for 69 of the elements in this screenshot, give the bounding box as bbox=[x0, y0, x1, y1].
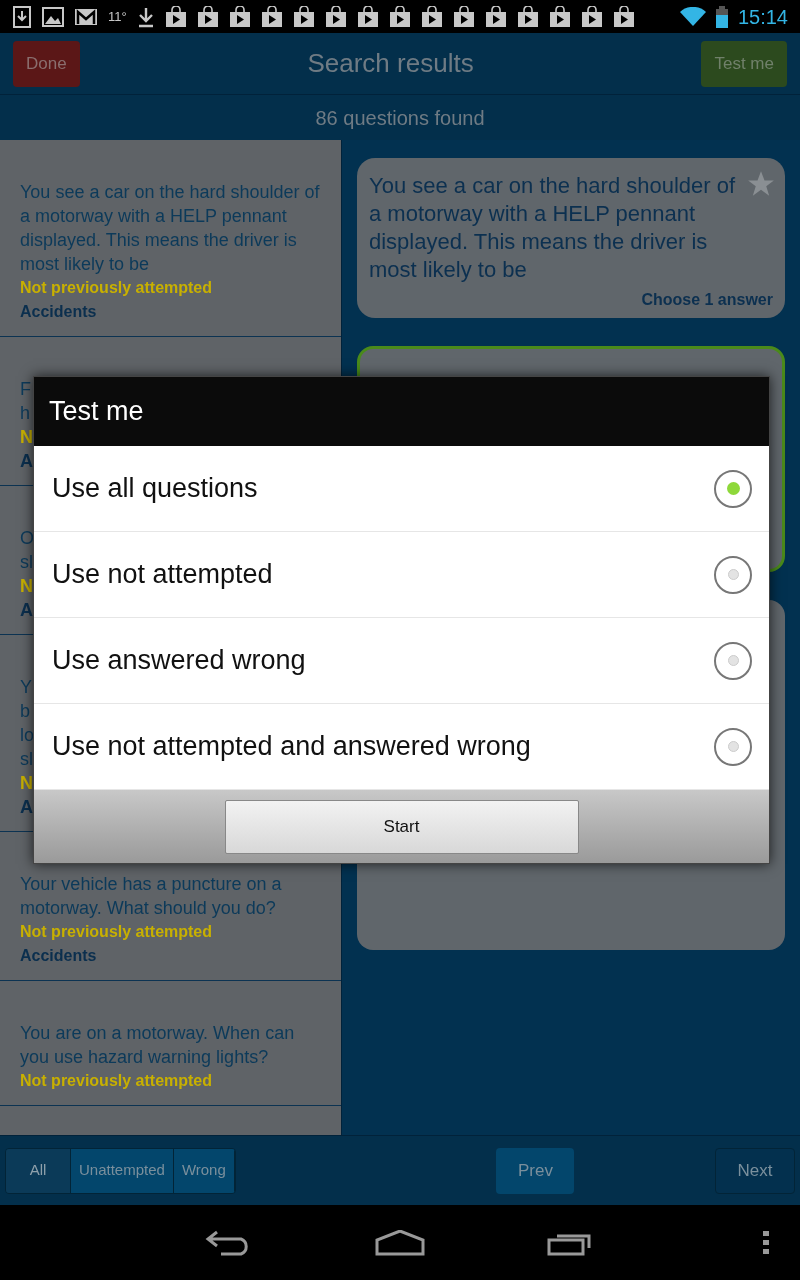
store-bag-icon bbox=[260, 5, 283, 28]
text-fragment: N bbox=[20, 427, 33, 447]
test-me-button[interactable]: Test me bbox=[701, 40, 787, 87]
download-box-icon bbox=[12, 5, 32, 28]
store-bag-icon bbox=[388, 5, 411, 28]
store-bag-icon bbox=[452, 5, 475, 28]
filter-tab[interactable]: Unattempted bbox=[71, 1148, 174, 1193]
store-bag-icon bbox=[228, 5, 251, 28]
star-icon[interactable] bbox=[747, 170, 775, 198]
radio-button[interactable] bbox=[714, 469, 752, 508]
question-text: You are on a motorway. When can you use hazard warning lights? bbox=[20, 1022, 296, 1069]
text-fragment: lo bbox=[20, 725, 34, 745]
radio-option[interactable]: Use all questions bbox=[34, 446, 769, 532]
store-bag-icon bbox=[516, 5, 539, 28]
radio-button[interactable] bbox=[714, 555, 752, 594]
filter-tab[interactable]: Wrong bbox=[173, 1148, 235, 1193]
wifi-icon bbox=[679, 6, 706, 27]
clock-text: 15:14 bbox=[737, 4, 788, 30]
text-fragment: b bbox=[20, 701, 30, 721]
question-text: You see a car on the hard shoulder of a motorway with a HELP pennant displayed. This means the driver is most likely to be bbox=[369, 172, 737, 284]
battery-icon bbox=[715, 5, 728, 28]
text-fragment: A bbox=[20, 451, 33, 471]
text-fragment: F bbox=[20, 379, 31, 399]
store-bag-icon bbox=[612, 5, 635, 28]
store-bag-icon bbox=[196, 5, 219, 28]
image-icon bbox=[42, 6, 64, 27]
radio-option[interactable]: Use answered wrong bbox=[34, 618, 769, 704]
store-bag-icon bbox=[324, 5, 347, 28]
attempt-status: Not previously attempted bbox=[20, 1071, 214, 1091]
text-fragment: A bbox=[20, 797, 33, 817]
radio-button[interactable] bbox=[714, 727, 752, 766]
store-bag-icon bbox=[164, 5, 187, 28]
home-icon[interactable] bbox=[375, 1229, 425, 1256]
text-fragment: sl bbox=[20, 749, 33, 769]
download-icon bbox=[136, 5, 155, 28]
store-bag-icon bbox=[484, 5, 507, 28]
radio-button[interactable] bbox=[714, 641, 752, 680]
start-button[interactable]: Start bbox=[224, 799, 579, 854]
text-fragment: N bbox=[20, 576, 33, 596]
question-text: You see a car on the hard shoulder of a motorway with a HELP pennant displayed. This means the driver is most likely to be bbox=[20, 181, 321, 276]
question-text: Your vehicle has a puncture on a motorway. What should you do? bbox=[20, 873, 283, 920]
text-fragment: sl bbox=[20, 552, 33, 572]
store-bag-icon bbox=[420, 5, 443, 28]
radio-option[interactable]: Use not attempted bbox=[34, 532, 769, 618]
attempt-status: Not previously attempted bbox=[20, 278, 214, 298]
attempt-status: Not previously attempted bbox=[20, 922, 214, 942]
screen-title: Search results bbox=[307, 47, 474, 80]
store-bag-icon bbox=[580, 5, 603, 28]
store-bag-icon bbox=[356, 5, 379, 28]
dialog-title: Test me bbox=[49, 395, 144, 429]
mail-icon bbox=[74, 7, 98, 26]
prev-button[interactable]: Prev bbox=[496, 1147, 575, 1194]
text-fragment: A bbox=[20, 600, 33, 620]
text-fragment: O bbox=[20, 528, 34, 548]
category-label: Accidents bbox=[20, 946, 98, 966]
filter-tab[interactable]: All bbox=[6, 1148, 71, 1193]
text-fragment: N bbox=[20, 773, 33, 793]
back-icon[interactable] bbox=[205, 1229, 251, 1256]
store-bag-icon bbox=[292, 5, 315, 28]
store-bag-icon bbox=[548, 5, 571, 28]
text-fragment: Y bbox=[20, 677, 32, 697]
category-label: Accidents bbox=[20, 302, 98, 322]
answer-hint: Choose 1 answer bbox=[640, 290, 773, 310]
text-fragment: h bbox=[20, 403, 30, 423]
done-button[interactable]: Done bbox=[13, 40, 80, 87]
menu-icon[interactable] bbox=[763, 1230, 769, 1255]
next-button[interactable]: Next bbox=[715, 1147, 795, 1194]
temperature-text: 11° bbox=[108, 7, 127, 26]
results-count: 86 questions found bbox=[315, 105, 485, 131]
